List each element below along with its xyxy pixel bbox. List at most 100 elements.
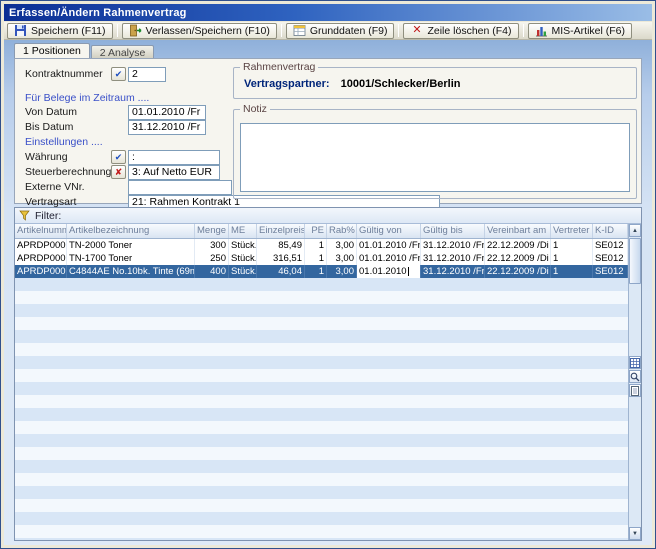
empty-rows-area	[15, 278, 628, 540]
table-view-icon[interactable]	[629, 356, 641, 369]
column-header-me[interactable]: ME	[229, 224, 257, 238]
mis-artikel-button[interactable]: MIS-Artikel (F6)	[528, 23, 633, 39]
cell-vereinbart-am[interactable]: 22.12.2009 /Di	[485, 252, 551, 265]
toolbar-separator	[523, 24, 524, 37]
cell-artikelbezeichnung[interactable]: TN-2000 Toner	[67, 239, 195, 252]
zeitraum-section-label: Für Belege im Zeitraum ....	[25, 92, 149, 104]
von-datum-input[interactable]: 01.01.2010 /Fr	[128, 105, 206, 120]
table-row-selected[interactable]: APRDP00004 C4844AE No.10bk. Tinte (69ml)…	[15, 265, 628, 278]
bis-datum-input[interactable]: 31.12.2010 /Fr	[128, 120, 206, 135]
column-header-pe[interactable]: PE	[305, 224, 327, 238]
einstellungen-section-label: Einstellungen ....	[25, 136, 103, 148]
cell-artikelnummer[interactable]: APRDP00001_	[15, 239, 67, 252]
cell-gueltig-bis[interactable]: 31.12.2010 /Fr	[421, 239, 485, 252]
base-data-button-label: Grunddaten (F9)	[310, 25, 388, 37]
cell-artikelnummer[interactable]: APRDP00004	[15, 265, 67, 278]
column-header-einzelpreis[interactable]: Einzelpreis	[257, 224, 305, 238]
column-header-vereinbart-am[interactable]: Vereinbart am	[485, 224, 551, 238]
cell-kid[interactable]: SE012	[593, 265, 628, 278]
vertragspartner-row: Vertragspartner: 10001/Schlecker/Berlin	[244, 78, 630, 90]
notiz-textarea[interactable]	[240, 123, 630, 192]
cell-kid[interactable]: SE012	[593, 252, 628, 265]
rahmenvertrag-groupbox: Rahmenvertrag Vertragspartner: 10001/Sch…	[233, 61, 637, 99]
cell-rab[interactable]: 3,00	[327, 252, 357, 265]
search-icon[interactable]	[629, 370, 641, 383]
column-header-kid[interactable]: K-ID	[593, 224, 628, 238]
base-data-icon	[293, 24, 306, 37]
save-button[interactable]: Speichern (F11)	[7, 23, 113, 39]
von-datum-label: Von Datum	[25, 106, 77, 118]
titlebar: Erfassen/Ändern Rahmenvertrag	[4, 4, 652, 21]
scroll-up-button[interactable]: ▲	[629, 224, 641, 237]
steuerberechnung-lookup-button[interactable]: ✘	[111, 165, 126, 179]
cell-vertreter[interactable]: 1	[551, 252, 593, 265]
toolbar-separator	[398, 24, 399, 37]
table-row[interactable]: APRDP00002 TN-1700 Toner 250 Stück. 316,…	[15, 252, 628, 265]
cell-einzelpreis[interactable]: 316,51	[257, 252, 305, 265]
chevron-down-icon: ▼	[632, 531, 638, 537]
cell-menge[interactable]: 300	[195, 239, 229, 252]
notiz-group-title: Notiz	[240, 103, 270, 115]
steuerberechnung-label: Steuerberechnung	[25, 166, 111, 178]
kontraktnummer-input[interactable]: 2	[128, 67, 166, 82]
table-header-row: Artikelnummer Artikelbezeichnung Menge M…	[15, 224, 628, 239]
scroll-down-button[interactable]: ▼	[629, 527, 641, 540]
steuerberechnung-input[interactable]: 3: Auf Netto EUR	[128, 165, 220, 180]
kontraktnummer-lookup-button[interactable]: ✔	[111, 67, 126, 81]
tab-analyse[interactable]: 2 Analyse	[91, 45, 155, 58]
vertragspartner-label: Vertragspartner:	[244, 78, 330, 90]
column-header-vertreter[interactable]: Vertreter	[551, 224, 593, 238]
cell-artikelbezeichnung[interactable]: C4844AE No.10bk. Tinte (69ml)	[67, 265, 195, 278]
cell-vereinbart-am[interactable]: 22.12.2009 /Di	[485, 239, 551, 252]
column-header-artikelnummer[interactable]: Artikelnummer	[15, 224, 67, 238]
table-row[interactable]: APRDP00001_ TN-2000 Toner 300 Stück. 85,…	[15, 239, 628, 252]
base-data-button[interactable]: Grunddaten (F9)	[286, 23, 395, 39]
cell-einzelpreis[interactable]: 85,49	[257, 239, 305, 252]
tab-positionen[interactable]: 1 Positionen	[14, 43, 90, 58]
cell-gueltig-von-editing[interactable]: 01.01.2010	[357, 265, 421, 278]
leave-save-button[interactable]: Verlassen/Speichern (F10)	[122, 23, 277, 39]
column-header-rab[interactable]: Rab%	[327, 224, 357, 238]
cell-gueltig-bis[interactable]: 31.12.2010 /Fr	[421, 265, 485, 278]
delete-row-button[interactable]: ✕ Zeile löschen (F4)	[403, 23, 518, 39]
waehrung-input[interactable]: :	[128, 150, 220, 165]
externe-vnr-input[interactable]	[128, 180, 232, 195]
cell-rab[interactable]: 3,00	[327, 265, 357, 278]
cell-kid[interactable]: SE012	[593, 239, 628, 252]
cell-vertreter[interactable]: 1	[551, 265, 593, 278]
column-header-menge[interactable]: Menge	[195, 224, 229, 238]
column-header-gueltig-von[interactable]: Gültig von	[357, 224, 421, 238]
cell-einzelpreis[interactable]: 46,04	[257, 265, 305, 278]
document-icon[interactable]	[629, 384, 641, 397]
cell-vertreter[interactable]: 1	[551, 239, 593, 252]
scrollbar-thumb[interactable]	[629, 238, 641, 284]
cell-artikelnummer[interactable]: APRDP00002	[15, 252, 67, 265]
filter-funnel-icon[interactable]	[19, 210, 30, 221]
column-header-gueltig-bis[interactable]: Gültig bis	[421, 224, 485, 238]
cell-gueltig-bis[interactable]: 31.12.2010 /Fr	[421, 252, 485, 265]
cell-pe[interactable]: 1	[305, 252, 327, 265]
filter-label: Filter:	[35, 210, 61, 222]
cell-gueltig-von[interactable]: 01.01.2010 /Fr	[357, 239, 421, 252]
delete-row-button-label: Zeile löschen (F4)	[427, 25, 511, 37]
cell-rab[interactable]: 3,00	[327, 239, 357, 252]
grid-side-tools	[629, 356, 641, 397]
cell-menge[interactable]: 400	[195, 265, 229, 278]
cell-gueltig-von[interactable]: 01.01.2010 /Fr	[357, 252, 421, 265]
vertical-scrollbar[interactable]: ▲ ▼	[628, 224, 641, 540]
column-header-artikelbezeichnung[interactable]: Artikelbezeichnung	[67, 224, 195, 238]
cell-me[interactable]: Stück.	[229, 252, 257, 265]
cell-pe[interactable]: 1	[305, 265, 327, 278]
cell-artikelbezeichnung[interactable]: TN-1700 Toner	[67, 252, 195, 265]
cell-vereinbart-am[interactable]: 22.12.2009 /Di	[485, 265, 551, 278]
notiz-groupbox: Notiz	[233, 103, 637, 199]
cell-pe[interactable]: 1	[305, 239, 327, 252]
externe-vnr-label: Externe VNr.	[25, 181, 85, 193]
waehrung-lookup-button[interactable]: ✔	[111, 150, 126, 164]
cell-me[interactable]: Stück.	[229, 239, 257, 252]
cell-me[interactable]: Stück.	[229, 265, 257, 278]
mis-artikel-button-label: MIS-Artikel (F6)	[552, 25, 626, 37]
grid-columns-area: Artikelnummer Artikelbezeichnung Menge M…	[15, 224, 628, 540]
cell-menge[interactable]: 250	[195, 252, 229, 265]
toolbar: Speichern (F11) Verlassen/Speichern (F10…	[4, 22, 652, 40]
